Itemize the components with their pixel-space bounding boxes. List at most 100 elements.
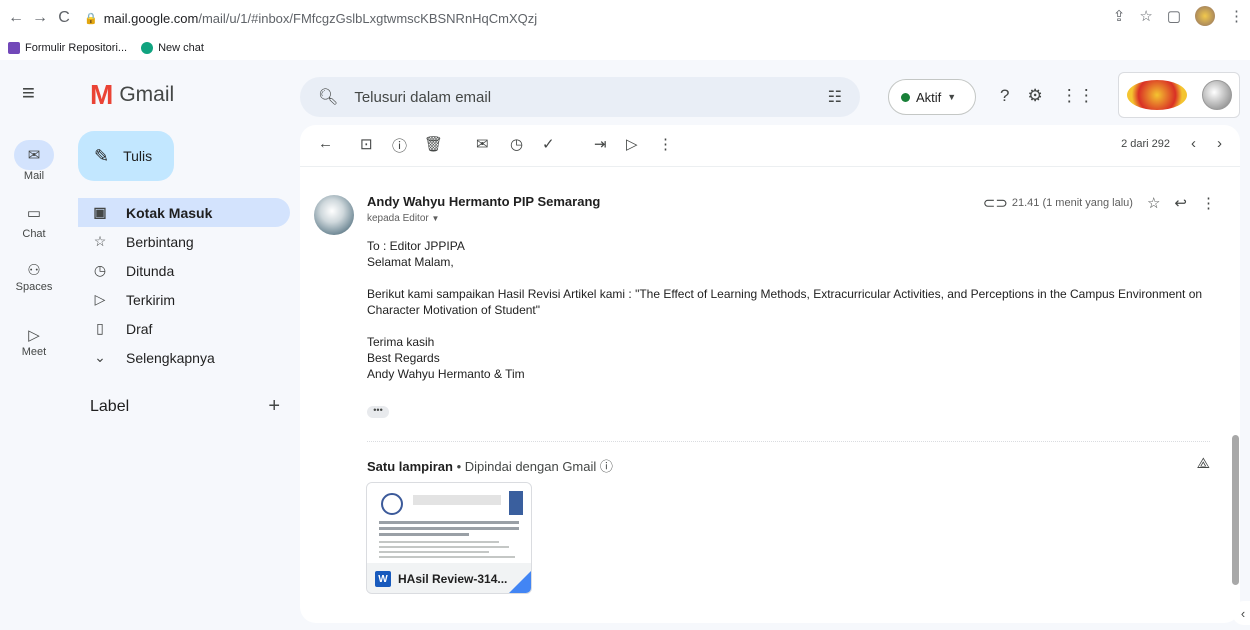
attachment-card[interactable]: W HAsil Review-314... [366, 482, 532, 594]
url-host: mail.google.com [103, 10, 199, 26]
attachments-header: Satu lampiran • Dipindai dengan Gmail ⓘ [367, 456, 613, 475]
rail-item-spaces[interactable]: ⚇ Spaces [0, 255, 68, 293]
word-doc-icon: W [375, 571, 391, 587]
inbox-icon: ▣ [93, 204, 107, 220]
add-task-icon[interactable]: ✓ [542, 135, 555, 153]
bookmark-label: Formulir Repositori... [25, 42, 128, 54]
address-bar[interactable]: 🔒 mail.google.com /mail/u/1/#inbox/FMfcg… [84, 11, 537, 26]
add-to-drive-icon[interactable]: ⟁ [1197, 455, 1210, 472]
back-icon[interactable]: ← [4, 6, 28, 30]
body-line: Selamat Malam, [367, 255, 454, 269]
back-arrow-icon[interactable]: ← [318, 135, 333, 152]
archive-icon[interactable]: ⊡ [360, 135, 373, 153]
pencil-icon: ✎ [94, 145, 110, 166]
profile-avatar[interactable] [1195, 6, 1215, 26]
recipient-details[interactable]: kepada Editor ▼ [367, 213, 439, 224]
snooze-icon[interactable]: ◷ [510, 135, 523, 153]
gmail-m-icon: M [90, 79, 114, 110]
clock-icon: ◷ [93, 262, 107, 278]
bookmark-star-icon[interactable]: ☆ [1139, 7, 1152, 25]
sidebar-nav: ▣ Kotak Masuk ☆ Berbintang ◷ Ditunda ▷ T… [78, 198, 290, 372]
rail-label: Spaces [15, 281, 53, 293]
settings-gear-icon[interactable]: ⚙ [1027, 86, 1042, 106]
recipient-text: kepada Editor [367, 213, 429, 224]
sidebar-item-label: Kotak Masuk [126, 204, 213, 221]
sidebar-item-snoozed[interactable]: ◷ Ditunda [78, 256, 290, 285]
url-path: /mail/u/1/#inbox/FMfcgzGslbLxgtwmscKBSNR… [198, 10, 538, 26]
app-name: Gmail [119, 83, 175, 106]
sidebar-item-inbox[interactable]: ▣ Kotak Masuk [78, 198, 290, 227]
reply-icon[interactable]: ↩ [1174, 194, 1187, 212]
rail-label: Mail [23, 170, 45, 182]
message-time: 21.41 (1 menit yang lalu) [1011, 197, 1133, 209]
rail-item-mail[interactable]: ✉ Mail [0, 140, 68, 182]
attachment-preview [367, 483, 531, 563]
bookmark-forms[interactable]: Formulir Repositori... [8, 42, 127, 54]
show-trimmed-content-button[interactable]: ••• [367, 406, 389, 418]
compose-button[interactable]: ✎ Tulis [78, 131, 174, 181]
sidebar-item-label: Ditunda [126, 262, 175, 279]
menu-dots-icon[interactable]: ⋮ [1229, 7, 1244, 25]
message-scrollbar[interactable] [1230, 167, 1240, 623]
organization-logo[interactable] [1118, 72, 1240, 118]
pager-text: 2 dari 292 [1121, 138, 1170, 150]
rail-label: Chat [22, 228, 46, 240]
attachment-divider [367, 441, 1210, 442]
sender-avatar[interactable] [314, 195, 354, 235]
search-options-icon[interactable]: ☷ [828, 87, 842, 107]
reload-icon[interactable]: C [52, 6, 76, 30]
help-icon[interactable]: ? [1000, 86, 1009, 106]
status-dropdown[interactable]: Aktif ▼ [888, 79, 976, 115]
body-line: Terima kasih [367, 335, 435, 349]
gmail-logo[interactable]: M Gmail [90, 79, 175, 110]
sidebar-item-label: Selengkapnya [126, 349, 215, 366]
message-toolbar: ← ⊡ ⓘ 🗑︎ ✉ ◷ ✓ ⇥ ▷ ⋮ 2 dari 292 ‹ › [300, 125, 1240, 167]
mark-unread-icon[interactable]: ✉ [476, 135, 489, 153]
bookmark-new-chat[interactable]: New chat [141, 42, 204, 54]
side-panel-toggle-icon[interactable]: ‹ [1232, 601, 1250, 625]
account-avatar[interactable] [1201, 80, 1232, 110]
share-icon[interactable]: ⇪ [1113, 7, 1126, 25]
send-icon: ▷ [94, 291, 106, 307]
rail-item-meet[interactable]: ▷ Meet [0, 320, 68, 358]
sidebar-item-more[interactable]: ⌄ Selengkapnya [78, 343, 290, 372]
sidebar-item-label: Terkirim [126, 291, 175, 308]
rail-label: Meet [21, 346, 47, 358]
delete-icon[interactable]: 🗑︎ [424, 135, 443, 153]
attachment-clip-icon: ⊂⊃ [982, 195, 1008, 212]
forms-icon [8, 42, 20, 54]
newer-chevron-icon[interactable]: ‹ [1191, 135, 1196, 152]
org-seal-icon [1126, 80, 1187, 110]
sidebar-item-starred[interactable]: ☆ Berbintang [78, 227, 290, 256]
chevron-down-icon: ⌄ [94, 349, 106, 365]
search-icon[interactable]: 🔍︎ [318, 87, 338, 107]
star-icon[interactable]: ☆ [1147, 194, 1160, 212]
message-meta: ⊂⊃ 21.41 (1 menit yang lalu) ☆ ↩ ⋮ [983, 194, 1216, 212]
attachment-footer: W HAsil Review-314... [367, 563, 531, 593]
scrollbar-thumb[interactable] [1232, 435, 1239, 585]
sidebar-item-label: Draf [126, 320, 153, 337]
add-label-icon[interactable]: + [268, 396, 280, 416]
scan-note: • Dipindai dengan Gmail ⓘ [452, 459, 613, 474]
report-spam-icon[interactable]: ⓘ [392, 135, 407, 156]
forward-icon[interactable]: → [28, 6, 52, 30]
message-more-icon[interactable]: ⋮ [1201, 194, 1216, 212]
sidebar-item-sent[interactable]: ▷ Terkirim [78, 285, 290, 314]
search-bar[interactable]: 🔍︎ Telusuri dalam email ☷ [300, 77, 860, 117]
move-to-icon[interactable]: ⇥ [594, 135, 607, 153]
search-placeholder: Telusuri dalam email [354, 88, 492, 106]
apps-grid-icon[interactable]: ⋮⋮ [1061, 86, 1095, 106]
sender-name[interactable]: Andy Wahyu Hermanto PIP Semarang [367, 194, 600, 209]
draft-icon: ▯ [96, 320, 104, 336]
lock-icon: 🔒 [84, 12, 98, 25]
chat-icon: ▭ [26, 205, 42, 222]
rail-item-chat[interactable]: ▭ Chat [0, 198, 68, 240]
sidebar-item-drafts[interactable]: ▯ Draf [78, 314, 290, 343]
bookmark-label: New chat [158, 42, 204, 54]
more-options-icon[interactable]: ⋮ [658, 135, 673, 153]
body-line: Andy Wahyu Hermanto & Tim [367, 367, 525, 381]
document-logo-icon [381, 493, 403, 515]
label-icon[interactable]: ▷ [626, 135, 638, 153]
older-chevron-icon[interactable]: › [1217, 135, 1222, 152]
side-panel-icon[interactable]: ▢ [1167, 7, 1181, 25]
